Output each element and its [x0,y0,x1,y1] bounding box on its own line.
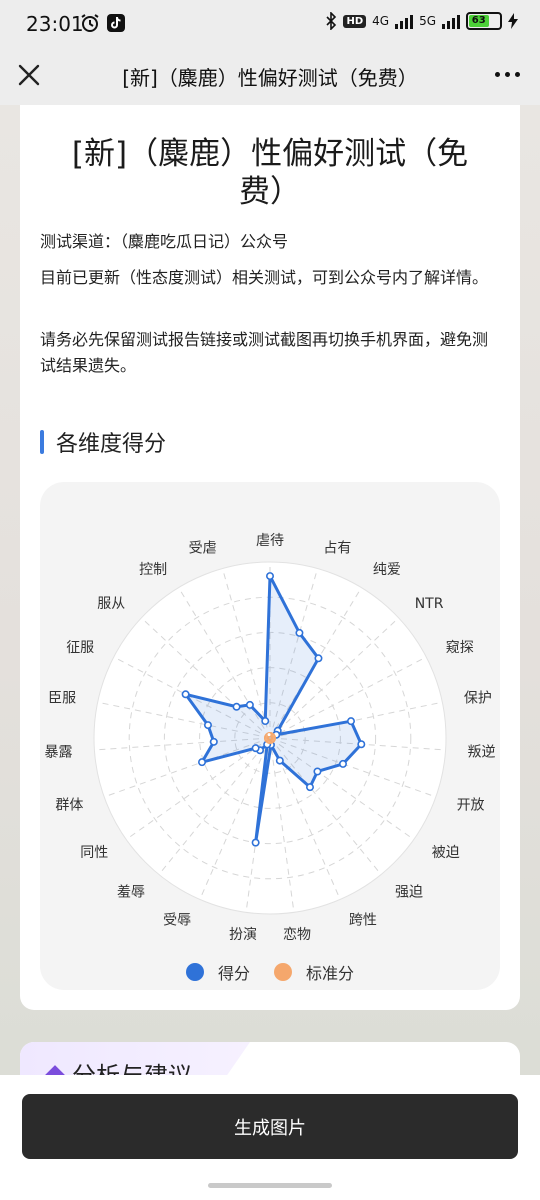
axis-label-窥探: 窥探 [446,639,474,656]
home-indicator [208,1183,332,1188]
axis-label-保护: 保护 [464,691,492,707]
legend-dot-score [185,963,204,981]
score-point-叛逆[interactable] [357,740,366,749]
alarm-icon [81,14,99,32]
score-point-臣服[interactable] [203,721,212,730]
bluetooth-icon [326,12,337,30]
score-point-控制[interactable] [245,700,254,709]
network-4g-label: 4G [372,14,390,28]
axis-label-同性: 同性 [80,845,108,861]
legend-label-score: 得分 [217,964,250,983]
battery-icon: 63 [466,12,502,30]
result-card: [新]（麋鹿）性偏好测试（免费） 测试渠道：（麋鹿吃瓜日记）公众号 目前已更新（… [20,105,520,1010]
score-point-虐待[interactable] [266,572,275,581]
score-point-征服[interactable] [181,690,190,699]
charging-icon [508,13,518,29]
status-bar: 23:01 HD 4G 5G 63 [0,0,540,50]
radar-chart-container: 虐待 占有纯爱 NTR 窥探保护叛逆开放被迫强迫跨性恋物 扮演 受辱 羞辱 同性 群体 暴露 臣服 征… [40,482,500,990]
axis-label-扮演: 扮演 [229,927,257,943]
axis-label-暴露: 暴露 [44,745,72,761]
signal-icon-2 [442,13,460,29]
legend-item-score[interactable]: 得分 [185,960,250,984]
score-point-纯爱[interactable] [314,654,323,663]
axis-label-服从: 服从 [97,596,125,612]
nav-bar: [新]（麋鹿）性偏好测试（免费） [0,50,540,105]
axis-label-强迫: 强迫 [395,885,423,901]
radar-chart: 虐待 占有纯爱 NTR 窥探保护叛逆开放被迫强迫跨性恋物 扮演 受辱 羞辱 同性 群体 暴露 臣服 征… [44,533,496,943]
axis-label-纯爱: 纯爱 [373,562,401,578]
signal-icon [395,13,414,29]
score-point-开放[interactable] [338,759,347,768]
bottom-bar: 生成图片 [0,1075,540,1200]
legend-item-standard[interactable]: 标准分 [274,960,354,984]
axis-label-控制: 控制 [139,562,167,578]
axis-label-征服: 征服 [66,640,94,656]
score-point-跨性[interactable] [275,756,284,765]
more-options-icon[interactable] [492,62,522,86]
status-right-icons: HD 4G 5G 63 [325,12,518,30]
section-header: 各维度得分 [40,427,166,457]
axis-label-叛逆: 叛逆 [468,745,496,761]
score-point-占有[interactable] [295,628,304,637]
axis-label-NTR: NTR [415,596,444,612]
axis-label-受辱: 受辱 [163,913,191,929]
axis-label-群体: 群体 [55,797,83,813]
section-accent-bar [40,430,44,454]
axis-label-羞辱: 羞辱 [117,885,145,901]
warning-text: 请务必先保留测试报告链接或测试截图再切换手机界面，避免测试结果遗失。 [40,330,489,375]
axis-label-受虐: 受虐 [189,540,217,556]
score-point-扮演[interactable] [251,838,260,847]
battery-level: 63 [469,15,489,27]
score-point-暴露[interactable] [209,737,218,746]
axis-label-臣服: 臣服 [48,691,76,707]
axis-label-虐待: 虐待 [256,533,284,549]
hd-badge: HD [343,14,367,28]
score-point-服从[interactable] [232,702,241,711]
standard-point-受虐[interactable] [266,732,272,738]
axis-label-被迫: 被迫 [432,845,460,861]
legend-label-standard: 标准分 [306,964,355,983]
channel-text: 测试渠道：（麋鹿吃瓜日记）公众号 [40,232,289,251]
page-title: [新]（麋鹿）性偏好测试（免费） [71,136,469,210]
score-point-被迫[interactable] [313,767,322,776]
score-point-受虐[interactable] [261,717,270,726]
status-left-icons [80,13,126,33]
chart-legend: 得分 标准分 [40,960,500,984]
axis-label-恋物: 恋物 [283,926,311,943]
network-5g-label: 5G [419,14,436,28]
score-point-强迫[interactable] [305,783,314,792]
tiktok-icon [107,14,125,32]
score-point-保护[interactable] [346,717,355,726]
axis-label-占有: 占有 [323,540,351,556]
close-icon[interactable] [14,60,44,90]
nav-title: [新]（麋鹿）性偏好测试（免费） [122,66,418,90]
status-time: 23:01 [26,12,84,36]
axis-label-开放: 开放 [457,797,485,813]
axis-label-跨性: 跨性 [349,913,377,929]
section-title: 各维度得分 [56,432,167,457]
update-note: 目前已更新（性态度测试）相关测试，可到公众号内了解详情。 [40,268,489,287]
legend-dot-standard [274,963,292,981]
score-point-同性[interactable] [251,744,260,753]
generate-image-button[interactable]: 生成图片 [22,1094,518,1159]
score-point-群体[interactable] [198,758,207,767]
